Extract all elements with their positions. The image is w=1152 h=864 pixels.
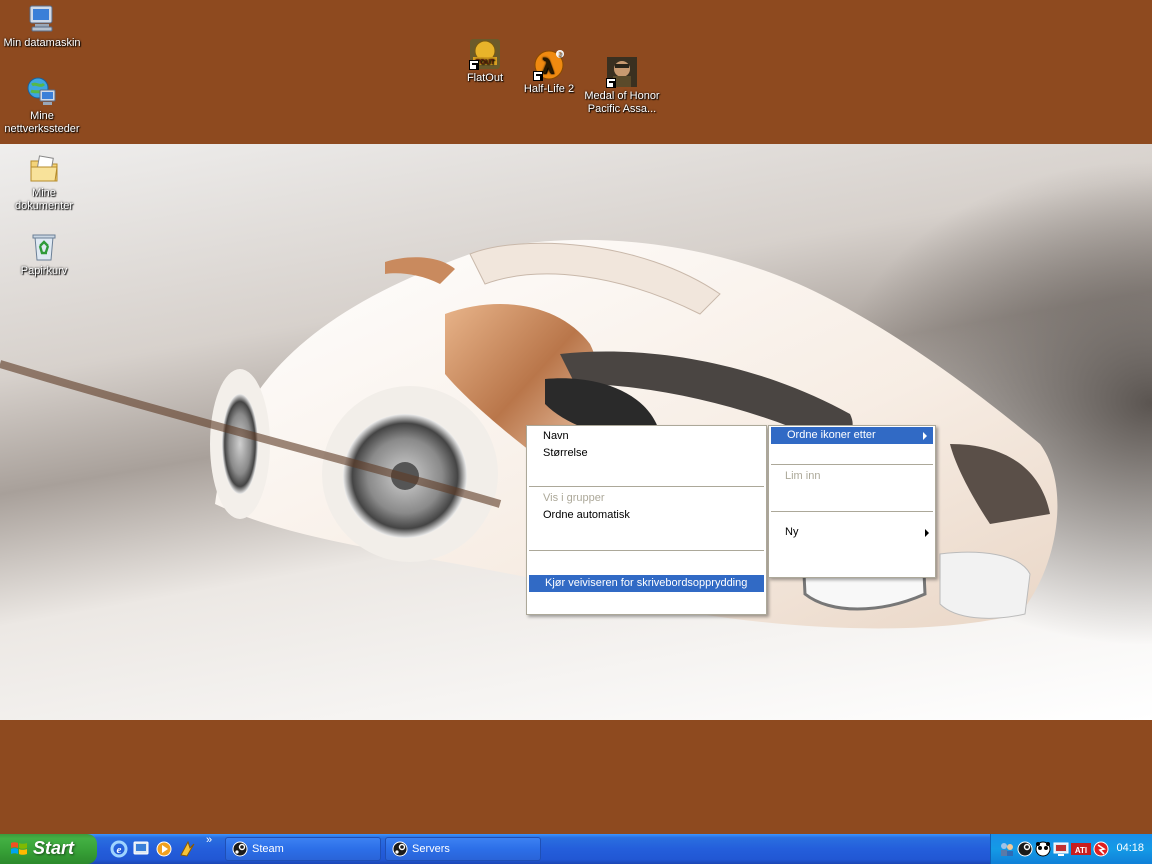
medal-of-honor-icon (606, 56, 638, 88)
internet-explorer-icon[interactable]: e (110, 840, 128, 858)
documents-folder-icon (28, 153, 60, 185)
steam-icon (232, 841, 248, 857)
task-label: Servers (412, 843, 450, 855)
desktop-icon-my-computer[interactable]: Min datamaskin (0, 3, 84, 50)
recycle-bin-icon (28, 231, 60, 263)
network-users-icon[interactable] (999, 841, 1015, 857)
shortcut-arrow-icon (533, 71, 543, 81)
menu-item-name[interactable]: Navn (527, 428, 766, 445)
flatout-game-icon: TOUT (469, 38, 501, 70)
media-player-icon[interactable] (155, 840, 173, 858)
menu-item-show-in-groups: Vis i grupper (543, 492, 605, 504)
menu-item-arrange-icons-by[interactable]: Ordne ikoner etter (771, 427, 933, 444)
desktop-icon-label: Min datamaskin (3, 37, 81, 49)
security-alert-icon[interactable] (1093, 841, 1109, 857)
quicklaunch-chevron-icon[interactable]: » (206, 834, 212, 846)
steam-icon (392, 841, 408, 857)
submenu-arrow-icon (925, 529, 929, 537)
system-clock[interactable]: 04:18 (1116, 842, 1144, 854)
task-button-steam[interactable]: Steam (225, 837, 381, 861)
desktop-context-menu: Ordne ikoner etter Lim inn Ny (768, 425, 936, 578)
task-button-servers[interactable]: Servers (385, 837, 541, 861)
desktop-icon-label: Half-Life 2 (523, 83, 575, 95)
system-tray: ATI 04:18 (990, 834, 1152, 864)
display-settings-icon[interactable] (1053, 841, 1069, 857)
start-button[interactable]: Start (0, 834, 97, 864)
steam-tray-icon[interactable] (1017, 841, 1033, 857)
task-label: Steam (252, 843, 284, 855)
submenu-arrow-icon (923, 432, 927, 440)
computer-icon (26, 3, 58, 35)
arrange-icons-submenu: Navn Størrelse Vis i grupper Ordne autom… (526, 425, 767, 615)
menu-separator (529, 550, 764, 551)
svg-text:λ: λ (542, 54, 555, 78)
menu-item-label: Ny (785, 526, 799, 538)
menu-item-auto-arrange[interactable]: Ordne automatisk (527, 507, 766, 524)
desktop-icon-half-life-2[interactable]: λ2 Half-Life 2 (507, 49, 591, 96)
show-desktop-icon[interactable] (132, 840, 150, 858)
menu-separator (771, 464, 933, 465)
ati-catalyst-icon[interactable]: ATI (1071, 841, 1091, 857)
menu-item-new[interactable]: Ny (769, 524, 935, 541)
taskbar: Start e » Steam Servers ATI 04:18 (0, 834, 1152, 864)
menu-item-label: Ordne ikoner etter (787, 429, 876, 441)
shortcut-arrow-icon (606, 78, 616, 88)
desktop-icon-medal-of-honor[interactable]: Medal of Honor Pacific Assa... (580, 56, 664, 116)
panda-antivirus-icon[interactable] (1035, 841, 1051, 857)
desktop-icon-label: Papirkurv (20, 265, 68, 277)
network-globe-icon (26, 76, 58, 108)
desktop-icon-label: Mine nettverkssteder (4, 110, 80, 135)
menu-item-desktop-cleanup-wizard[interactable]: Kjør veiviseren for skrivebordsoppryddin… (529, 575, 764, 592)
half-life-2-icon: λ2 (533, 49, 565, 81)
windows-logo-icon (11, 842, 27, 855)
winamp-icon[interactable] (178, 840, 196, 858)
shortcut-arrow-icon (469, 60, 479, 70)
menu-item-size[interactable]: Størrelse (527, 445, 766, 462)
menu-item-paste: Lim inn (785, 470, 821, 482)
ati-label: ATI (1075, 846, 1087, 855)
desktop-icon-recycle-bin[interactable]: Papirkurv (2, 231, 86, 278)
desktop-icon-my-documents[interactable]: Mine dokumenter (2, 153, 86, 213)
menu-separator (529, 486, 764, 487)
desktop-icon-label: Mine dokumenter (14, 187, 74, 212)
desktop-icon-label: Medal of Honor Pacific Assa... (584, 90, 660, 115)
start-label: Start (33, 838, 75, 858)
desktop-icon-network-places[interactable]: Mine nettverkssteder (0, 76, 84, 136)
menu-separator (771, 511, 933, 512)
svg-text:e: e (117, 844, 122, 856)
